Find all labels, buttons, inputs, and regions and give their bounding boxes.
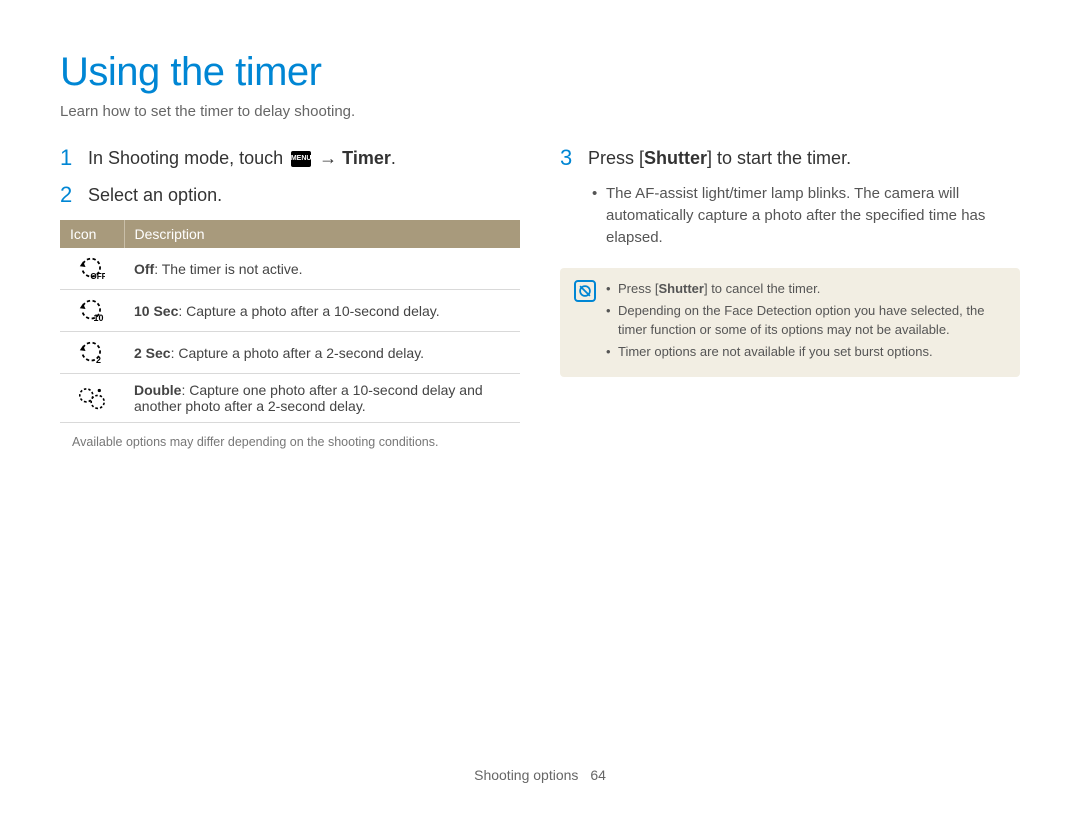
row-label: 2 Sec [134,345,171,361]
note-box: Press [Shutter] to cancel the timer. Dep… [560,268,1020,376]
timer-double-icon [60,374,124,423]
footer-section: Shooting options [474,767,578,783]
svg-text:2: 2 [96,356,101,365]
row-label: Off [134,261,154,277]
right-column: 3 Press [Shutter] to start the timer. Th… [560,146,1020,449]
table-header-icon: Icon [60,220,124,248]
arrow-icon: → [314,148,342,168]
left-column: 1 In Shooting mode, touch MENU → Timer. … [60,146,520,449]
row-desc: : Capture one photo after a 10-second de… [134,382,483,414]
table-row: 10 10 Sec: Capture a photo after a 10-se… [60,290,520,332]
row-desc: : The timer is not active. [154,261,302,277]
step-1-text-a: In Shooting mode, touch [88,148,288,168]
step-3-bullet: The AF-assist light/timer lamp blinks. T… [592,183,1020,248]
table-footnote: Available options may differ depending o… [60,435,520,449]
svg-text:OFF: OFF [90,273,105,281]
row-desc: : Capture a photo after a 10-second dela… [178,303,439,319]
row-label: 10 Sec [134,303,178,319]
note-icon [574,280,596,302]
table-row: OFF Off: The timer is not active. [60,248,520,290]
table-row: 2 2 Sec: Capture a photo after a 2-secon… [60,332,520,374]
timer-off-icon: OFF [60,248,124,290]
note-item: Timer options are not available if you s… [606,343,1006,362]
step-3-details: The AF-assist light/timer lamp blinks. T… [560,183,1020,248]
svg-text:10: 10 [94,314,104,323]
page-title: Using the timer [60,50,1020,95]
step-2-text: Select an option. [88,183,222,208]
page-number: 64 [590,767,606,783]
table-header-description: Description [124,220,520,248]
row-label: Double [134,382,181,398]
step-number: 3 [560,146,588,170]
step-1-timer-label: Timer [342,148,391,168]
step-1-text-c: . [391,148,396,168]
step-2: 2 Select an option. [60,183,520,208]
menu-icon: MENU [291,151,311,167]
timer-10-icon: 10 [60,290,124,332]
step-number: 2 [60,183,88,207]
step-number: 1 [60,146,88,170]
step-3-text-a: Press [ [588,148,644,168]
table-row: Double: Capture one photo after a 10-sec… [60,374,520,423]
step-3: 3 Press [Shutter] to start the timer. [560,146,1020,171]
step-3-shutter: Shutter [644,148,707,168]
timer-2-icon: 2 [60,332,124,374]
note-item: Press [Shutter] to cancel the timer. [606,280,1006,299]
step-1: 1 In Shooting mode, touch MENU → Timer. [60,146,520,171]
page-footer: Shooting options 64 [0,767,1080,783]
timer-options-table: Icon Description OFF Off: The timer is n… [60,220,520,423]
note-item: Depending on the Face Detection option y… [606,302,1006,340]
page-subtitle: Learn how to set the timer to delay shoo… [60,103,1020,120]
step-3-text-c: ] to start the timer. [707,148,851,168]
row-desc: : Capture a photo after a 2-second delay… [171,345,424,361]
